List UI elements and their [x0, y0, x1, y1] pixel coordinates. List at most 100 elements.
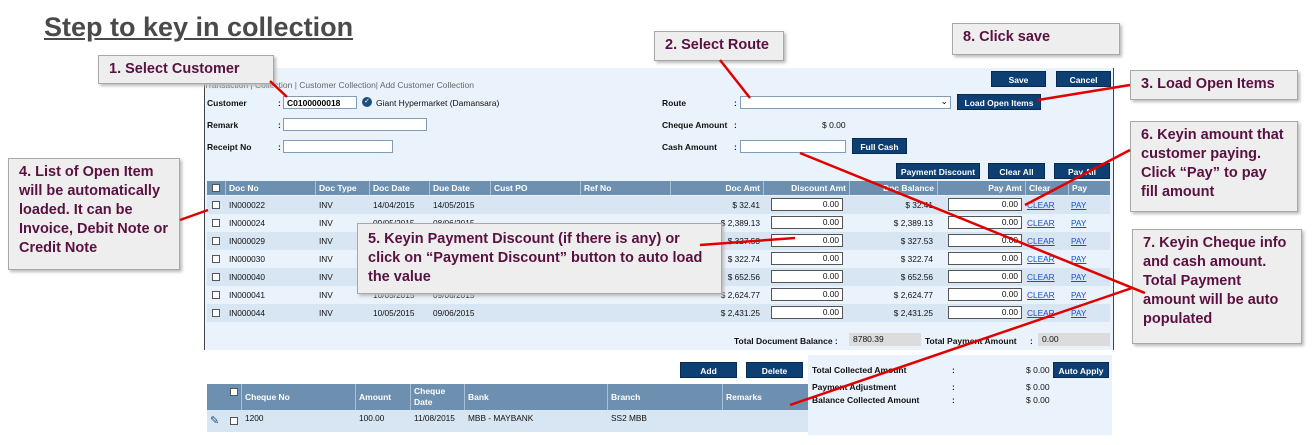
auto-apply-button[interactable]: Auto Apply	[1053, 362, 1109, 378]
pay-amt-input[interactable]: 0.00	[948, 252, 1022, 265]
receipt-input[interactable]	[283, 140, 393, 153]
pay-amt-input[interactable]: 0.00	[948, 306, 1022, 319]
cancel-button[interactable]: Cancel	[1056, 71, 1111, 87]
discount-amt-input[interactable]: 0.00	[771, 252, 843, 265]
pay-link[interactable]: PAY	[1071, 286, 1086, 304]
doc-no: IN000024	[229, 218, 265, 228]
cheque-row-checkbox[interactable]	[230, 417, 238, 425]
row-checkbox[interactable]	[212, 255, 220, 263]
remark-input[interactable]	[283, 118, 427, 131]
pay-amt-input[interactable]: 0.00	[948, 216, 1022, 229]
cheque-amount: 100.00	[359, 413, 385, 423]
delete-button[interactable]: Delete	[746, 362, 803, 378]
discount-amt-input[interactable]: 0.00	[771, 270, 843, 283]
pay-all-button[interactable]: Pay All	[1054, 163, 1110, 179]
pay-link[interactable]: PAY	[1071, 214, 1086, 232]
load-open-items-button[interactable]: Load Open Items	[957, 94, 1041, 110]
row-checkbox[interactable]	[212, 273, 220, 281]
payment-discount-button[interactable]: Payment Discount	[896, 163, 980, 179]
save-button[interactable]: Save	[991, 71, 1046, 87]
colon: :	[952, 395, 955, 405]
customer-name: Giant Hypermarket (Damansara)	[376, 98, 500, 108]
balance-collected-value: $ 0.00	[1026, 395, 1050, 405]
cash-amount-input[interactable]	[740, 140, 846, 153]
pay-link[interactable]: PAY	[1071, 232, 1086, 250]
customer-input[interactable]: C0100000018	[283, 96, 357, 109]
colon: :	[278, 142, 281, 152]
clear-link[interactable]: CLEAR	[1027, 250, 1055, 268]
doc-type: INV	[319, 290, 333, 300]
colon: :	[734, 98, 737, 108]
add-button[interactable]: Add	[680, 362, 737, 378]
discount-amt-input[interactable]: 0.00	[771, 306, 843, 319]
table-row[interactable]: IN000022 INV 14/04/2015 14/05/2015 $ 32.41 0.…	[207, 196, 1110, 214]
discount-amt-input[interactable]: 0.00	[771, 234, 843, 247]
doc-no: IN000044	[229, 308, 265, 318]
select-all-checkbox[interactable]	[212, 184, 220, 192]
col-doc-date: Doc Date	[369, 181, 431, 195]
col-remarks: Remarks	[722, 384, 808, 410]
table-row[interactable]: IN000044 INV 10/05/2015 09/06/2015 $ 2,431.2…	[207, 304, 1110, 322]
pay-link[interactable]: PAY	[1071, 250, 1086, 268]
callout-select-route: 2. Select Route	[654, 31, 784, 61]
col-doc-no: Doc No	[225, 181, 317, 195]
clear-all-button[interactable]: Clear All	[988, 163, 1045, 179]
col-doc-balance: Doc Balance	[849, 181, 937, 195]
doc-no: IN000040	[229, 272, 265, 282]
due-date: 14/05/2015	[433, 200, 475, 210]
select-all-cheques-checkbox[interactable]	[230, 388, 238, 396]
col-due-date: Due Date	[429, 181, 491, 195]
clear-link[interactable]: CLEAR	[1027, 286, 1055, 304]
cheque-amount-value: $ 0.00	[822, 120, 846, 130]
pay-link[interactable]: PAY	[1071, 196, 1086, 214]
pay-amt-input[interactable]: 0.00	[948, 198, 1022, 211]
row-checkbox[interactable]	[212, 237, 220, 245]
callout-select-customer: 1. Select Customer	[98, 55, 274, 84]
clear-link[interactable]: CLEAR	[1027, 196, 1055, 214]
clear-link[interactable]: CLEAR	[1027, 304, 1055, 322]
cheque-row[interactable]: ✎ 1200 100.00 11/08/2015 MBB - MAYBANK S…	[207, 410, 808, 432]
clear-link[interactable]: CLEAR	[1027, 232, 1055, 250]
doc-type: INV	[319, 308, 333, 318]
total-payment-label: Total Payment Amount	[925, 336, 1017, 346]
cheque-amount-label: Cheque Amount	[662, 120, 728, 130]
pay-link[interactable]: PAY	[1071, 304, 1086, 322]
discount-amt-input[interactable]: 0.00	[771, 288, 843, 301]
row-checkbox[interactable]	[212, 219, 220, 227]
row-checkbox[interactable]	[212, 291, 220, 299]
discount-amt-input[interactable]: 0.00	[771, 198, 843, 211]
colon: :	[734, 120, 737, 130]
pay-link[interactable]: PAY	[1071, 268, 1086, 286]
doc-amt: $ 2,431.25	[720, 308, 760, 318]
doc-type: INV	[319, 272, 333, 282]
route-select[interactable]: ⌄	[740, 96, 951, 109]
doc-balance: $ 2,389.13	[893, 218, 933, 228]
pay-amt-input[interactable]: 0.00	[948, 270, 1022, 283]
remark-label: Remark	[207, 120, 239, 130]
doc-no: IN000022	[229, 200, 265, 210]
row-checkbox[interactable]	[212, 201, 220, 209]
total-payment-value: 0.00	[1038, 333, 1110, 346]
colon: :	[278, 120, 281, 130]
edit-icon[interactable]: ✎	[210, 410, 219, 432]
due-date: 09/06/2015	[433, 308, 475, 318]
colon: :	[1030, 336, 1033, 346]
callout-payment-discount: 5. Keyin Payment Discount (if there is a…	[357, 223, 722, 294]
total-collected-label: Total Collected Amount	[812, 365, 907, 375]
clear-link[interactable]: CLEAR	[1027, 214, 1055, 232]
row-checkbox[interactable]	[212, 309, 220, 317]
col-bank: Bank	[464, 384, 608, 410]
callout-pay-amount: 6. Keyin amount that customer paying. Cl…	[1130, 121, 1298, 212]
discount-amt-input[interactable]: 0.00	[771, 216, 843, 229]
full-cash-button[interactable]: Full Cash	[852, 138, 907, 154]
cheque-branch: SS2 MBB	[611, 413, 647, 423]
pay-amt-input[interactable]: 0.00	[948, 288, 1022, 301]
col-pay-amt: Pay Amt	[937, 181, 1025, 195]
cheque-table-header: Cheque No Amount Cheque Date Bank Branch…	[207, 384, 808, 410]
doc-no: IN000041	[229, 290, 265, 300]
doc-type: INV	[319, 200, 333, 210]
clear-link[interactable]: CLEAR	[1027, 268, 1055, 286]
pay-amt-input[interactable]: 0.00	[948, 234, 1022, 247]
customer-label: Customer	[207, 98, 247, 108]
doc-type: INV	[319, 254, 333, 264]
